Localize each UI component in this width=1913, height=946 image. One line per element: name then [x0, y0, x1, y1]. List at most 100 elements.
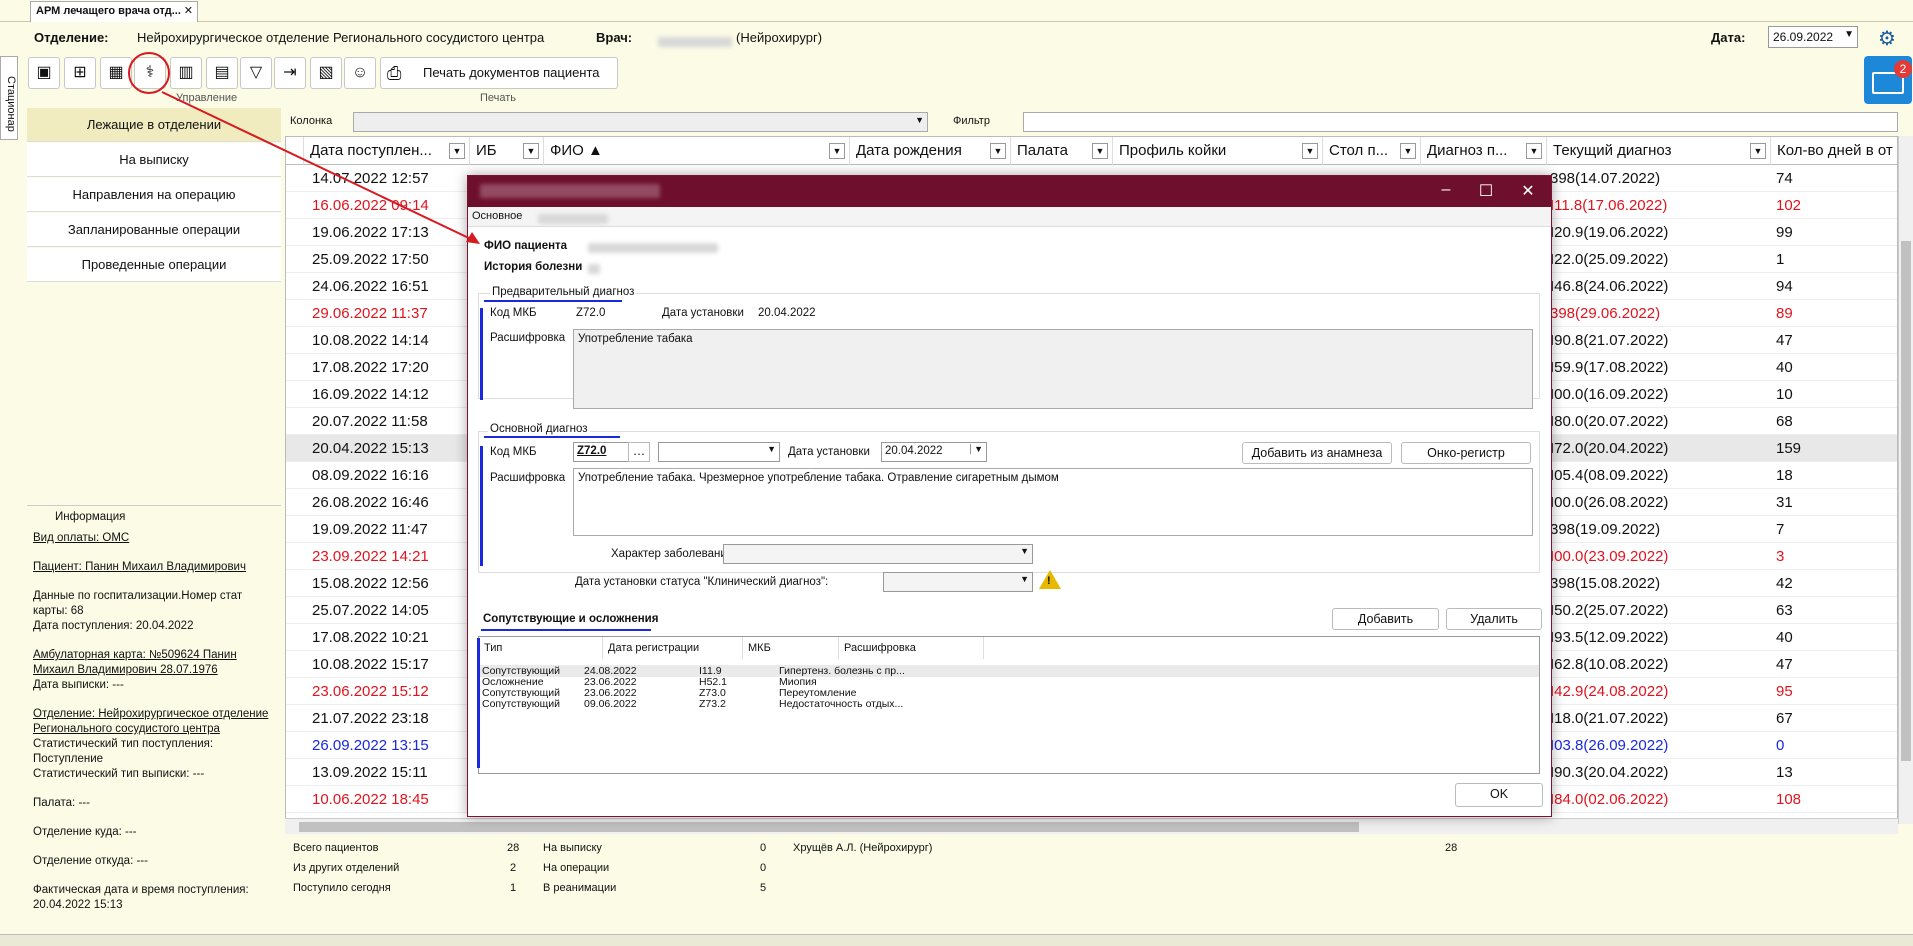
nav-item-planned-ops[interactable]: Запланированные операции [27, 213, 281, 247]
delete-button[interactable]: Удалить [1446, 608, 1542, 630]
side-tab-stacionar[interactable]: Стационар [0, 56, 18, 140]
column-select[interactable]: ▼ [353, 112, 928, 132]
col-decode[interactable]: Расшифровка [839, 637, 984, 659]
grid-hscrollbar[interactable] [285, 818, 1898, 834]
status-date-input[interactable]: ▼ [883, 572, 1033, 592]
filter-dropdown-icon[interactable]: ▼ [1750, 143, 1766, 159]
col-type[interactable]: Тип [479, 637, 603, 659]
dropdown-icon[interactable]: ▽ [240, 57, 272, 89]
col-admit-date[interactable]: Дата поступлен... ▼ [304, 137, 470, 165]
filter-dropdown-icon[interactable]: ▼ [829, 143, 845, 159]
main-mkb-label: Код МКБ [490, 446, 537, 458]
clipboard-icon[interactable]: ▧ [310, 57, 342, 89]
close-tab-icon[interactable]: ✕ [184, 4, 193, 17]
filter-dropdown-icon[interactable]: ▼ [1526, 143, 1542, 159]
close-icon[interactable]: ✕ [1518, 181, 1538, 201]
highlight-circle [128, 52, 170, 94]
tab-other-blurred[interactable] [538, 213, 608, 225]
app-tab[interactable]: АРМ лечащего врача отд... ✕ [30, 1, 198, 22]
cell-admit-date: 23.09.2022 14:21 [312, 548, 429, 565]
cell-admit-date: 20.04.2022 15:13 [312, 440, 429, 457]
nature-select[interactable]: ▼ [723, 544, 1033, 564]
col-label: Кол-во дней в от [1777, 142, 1893, 159]
prelim-decode-text: Употребление табака [573, 329, 1533, 409]
col-ib[interactable]: ИБ ▼ [470, 137, 544, 165]
col-days[interactable]: Кол-во дней в от [1771, 137, 1897, 165]
stat-icu-label: В реанимации [543, 882, 617, 894]
col-mkb[interactable]: МКБ [743, 637, 839, 659]
nav-item-op-referrals[interactable]: Направления на операцию [27, 178, 281, 212]
cell-days: 10 [1776, 386, 1793, 403]
maximize-icon[interactable]: ☐ [1476, 181, 1496, 201]
col-bed-profile[interactable]: Профиль койки ▼ [1113, 137, 1323, 165]
cell-admit-date: 29.06.2022 11:37 [312, 305, 428, 322]
ok-button[interactable]: OK [1455, 783, 1543, 807]
main-mkb-input[interactable]: Z72.0 [573, 442, 635, 462]
filter-dropdown-icon[interactable]: ▼ [449, 143, 465, 159]
transfer-icon[interactable]: ⇥ [274, 57, 306, 89]
filter-dropdown-icon[interactable]: ▼ [990, 143, 1006, 159]
mkb-lookup-button[interactable]: … [628, 442, 650, 462]
mail-icon[interactable]: 2 [1864, 56, 1912, 104]
col-ward[interactable]: Палата ▼ [1011, 137, 1113, 165]
cell-admit-date: 20.07.2022 11:58 [312, 413, 428, 430]
add-document-icon[interactable]: ⊞ [64, 57, 96, 89]
minimize-icon[interactable]: – [1436, 181, 1456, 199]
cell-days: 95 [1776, 683, 1793, 700]
nav-item-in-dept[interactable]: Лежащие в отделении [27, 108, 281, 142]
gear-icon[interactable]: ⚙ [1878, 26, 1900, 50]
books-icon[interactable]: ▥ [170, 57, 202, 89]
info-ward: Палата: --- [33, 797, 90, 809]
col-reg-date[interactable]: Дата регистрации [603, 637, 743, 659]
info-stat-in: Статистический тип поступления: Поступле… [33, 738, 214, 765]
filter-dropdown-icon[interactable]: ▼ [1302, 143, 1318, 159]
info-dept[interactable]: Отделение: Нейрохирургическое отделение … [33, 707, 275, 737]
nav-item-done-ops[interactable]: Проведенные операции [27, 248, 281, 282]
filter-input[interactable] [1023, 112, 1898, 132]
col-current-diag[interactable]: Текущий диагноз ▼ [1547, 137, 1771, 165]
cell-days: 68 [1776, 413, 1793, 430]
col-fio[interactable]: ФИО ▲ ▼ [544, 137, 850, 165]
col-birthdate[interactable]: Дата рождения ▼ [850, 137, 1011, 165]
badge-icon[interactable]: ▤ [206, 57, 238, 89]
col-admit-diag[interactable]: Диагноз п... ▼ [1421, 137, 1547, 165]
add-button[interactable]: Добавить [1332, 608, 1439, 630]
add-from-anamnesis-button[interactable]: Добавить из анамнеза [1242, 442, 1392, 464]
cell-current-diag: I80.0(20.07.2022) [1550, 413, 1669, 430]
col-table[interactable]: Стол п... ▼ [1323, 137, 1421, 165]
complications-table: Тип Дата регистрации МКБ Расшифровка Соп… [478, 636, 1540, 774]
date-picker[interactable]: 26.09.2022 ▼ [1768, 26, 1858, 48]
card-icon[interactable]: ▣ [28, 57, 60, 89]
user-out-icon[interactable]: ☺ [344, 57, 376, 89]
scroll-thumb[interactable] [1901, 241, 1911, 761]
nav-item-discharge[interactable]: На выписку [27, 143, 281, 177]
tab-main[interactable]: Основное [472, 210, 522, 222]
info-pay[interactable]: Вид оплаты: ОМС [33, 531, 275, 546]
dept-value: Нейрохирургическое отделение Регионально… [137, 30, 545, 45]
grid-vscrollbar[interactable] [1898, 136, 1913, 824]
hist-value-blurred [588, 263, 600, 275]
main-date-input[interactable]: 20.04.2022 ▼ [881, 442, 987, 462]
cell-days: 67 [1776, 710, 1793, 727]
print-docs-button[interactable]: ⎙ Печать документов пациента [380, 57, 618, 89]
info-amb[interactable]: Амбулаторная карта: №509624 Панин Михаил… [33, 648, 275, 678]
comp-title: Сопутствующие и осложнения [483, 613, 659, 625]
cell-days: 7 [1776, 521, 1785, 538]
main-mkb-select[interactable]: ▼ [658, 442, 780, 462]
cell-current-diag: I03.8(26.09.2022) [1550, 737, 1669, 754]
cell-days: 89 [1776, 305, 1793, 322]
filter-dropdown-icon[interactable]: ▼ [1092, 143, 1108, 159]
info-patient[interactable]: Пациент: Панин Михаил Владимирович [33, 560, 275, 575]
main-decode-text[interactable]: Употребление табака. Чрезмерное употребл… [573, 468, 1533, 536]
onko-register-button[interactable]: Онко-регистр [1401, 442, 1531, 464]
cell-date: 09.06.2022 [584, 698, 637, 710]
main-date-label: Дата установки [788, 446, 870, 458]
scroll-thumb[interactable] [299, 822, 1359, 832]
select-all-cell[interactable] [286, 137, 304, 165]
cell-current-diag: 398(14.07.2022) [1550, 170, 1661, 187]
filter-dropdown-icon[interactable]: ▼ [1400, 143, 1416, 159]
status-date-label: Дата установки статуса "Клинический диаг… [575, 576, 829, 588]
filter-dropdown-icon[interactable]: ▼ [523, 143, 539, 159]
list-item[interactable]: Сопутствующий 09.06.2022 Z73.2 Недостаточно… [479, 698, 1539, 710]
cell-admit-date: 08.09.2022 16:16 [312, 467, 429, 484]
